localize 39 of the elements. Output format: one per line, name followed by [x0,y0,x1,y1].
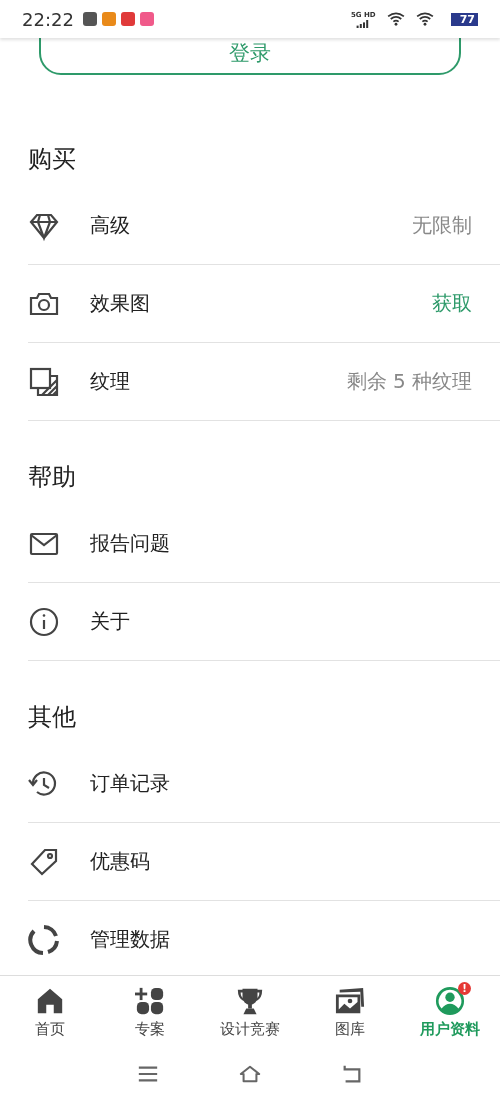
menu-item[interactable]: 优惠码 [28,823,500,901]
nav-tab[interactable]: 图库 [300,986,400,1051]
status-time: 22:22 [22,8,74,30]
back-icon[interactable] [341,1063,363,1085]
user-icon [435,986,465,1016]
section-title: 购买 [27,144,77,175]
app-icon [120,12,135,26]
menu-item[interactable]: 高级 无限制 [28,187,500,265]
signal-icon [356,19,371,28]
trophy-icon [235,986,265,1016]
nav-tab[interactable]: 首页 [0,986,100,1051]
home-icon [35,986,65,1016]
menu-item[interactable]: 效果图 获取 [28,265,500,343]
app-icon [139,12,154,26]
menu-item[interactable]: 报告问题 [28,505,500,583]
wifi-icon [415,12,434,26]
nav-tab[interactable]: 设计竞赛 [200,986,300,1051]
gallery-icon [335,986,365,1016]
info-icon [28,605,60,638]
login-button[interactable]: 登录 [39,38,461,75]
app-icon [101,12,116,26]
nav-tab[interactable]: 专案 [100,986,200,1051]
item-value: 无限制 [412,212,472,239]
menu-item[interactable]: 关于 [28,583,500,661]
wifi-icon [386,12,405,26]
notification-badge: ! [458,982,471,995]
item-value: 剩余 5 种纹理 [346,368,472,395]
section-title: 帮助 [27,462,77,493]
grid-icon [135,986,165,1016]
home-icon[interactable] [239,1063,261,1085]
texture-icon [28,365,60,398]
battery-indicator: 77 [450,12,478,26]
ring-icon [28,923,60,956]
section-title: 其他 [27,702,77,733]
menu-item[interactable]: 纹理 剩余 5 种纹理 [28,343,500,421]
app-icon [82,12,97,26]
menu-item[interactable]: 订单记录 [28,745,500,823]
get-link[interactable]: 获取 [432,290,472,317]
menu-icon[interactable] [137,1063,159,1085]
